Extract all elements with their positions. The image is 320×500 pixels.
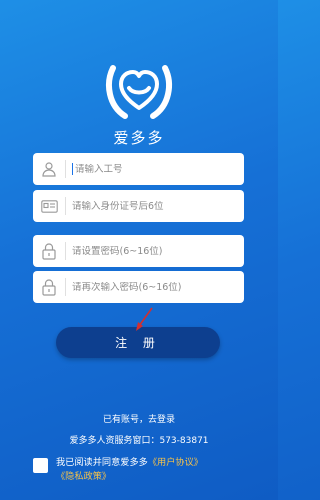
id-card-input[interactable] bbox=[72, 200, 232, 212]
lock-icon bbox=[39, 241, 59, 261]
field-divider bbox=[65, 278, 66, 296]
lock-icon bbox=[39, 277, 59, 297]
confirm-password-field[interactable] bbox=[33, 271, 244, 303]
field-divider bbox=[65, 242, 66, 260]
annotation-arrow bbox=[136, 307, 153, 331]
confirm-password-input[interactable] bbox=[72, 281, 232, 293]
agreement-row: 我已阅读并同意爱多多《用户协议》《隐私政策》 bbox=[33, 456, 253, 484]
app-logo bbox=[106, 65, 172, 119]
user-icon bbox=[39, 159, 59, 179]
employee-id-input[interactable] bbox=[75, 163, 235, 175]
agreement-text: 我已阅读并同意爱多多《用户协议》《隐私政策》 bbox=[56, 456, 253, 484]
privacy-policy-link[interactable]: 《隐私政策》 bbox=[56, 471, 111, 482]
field-divider bbox=[65, 197, 66, 215]
agreement-checkbox[interactable] bbox=[33, 458, 48, 473]
id-card-icon bbox=[39, 196, 59, 216]
password-field[interactable] bbox=[33, 235, 244, 267]
id-card-field[interactable] bbox=[33, 190, 244, 222]
login-link[interactable]: 已有账号，去登录 bbox=[0, 412, 278, 425]
field-divider bbox=[65, 160, 66, 178]
hr-service-window: 爱多多人资服务窗口：573-83871 bbox=[69, 436, 209, 446]
app-name: 爱多多 bbox=[113, 129, 165, 147]
user-agreement-link[interactable]: 《用户协议》 bbox=[148, 457, 203, 468]
password-input[interactable] bbox=[72, 245, 232, 257]
agreement-prefix: 我已阅读并同意爱多多 bbox=[56, 457, 148, 468]
text-cursor bbox=[72, 163, 73, 175]
employee-id-field[interactable] bbox=[33, 153, 244, 185]
